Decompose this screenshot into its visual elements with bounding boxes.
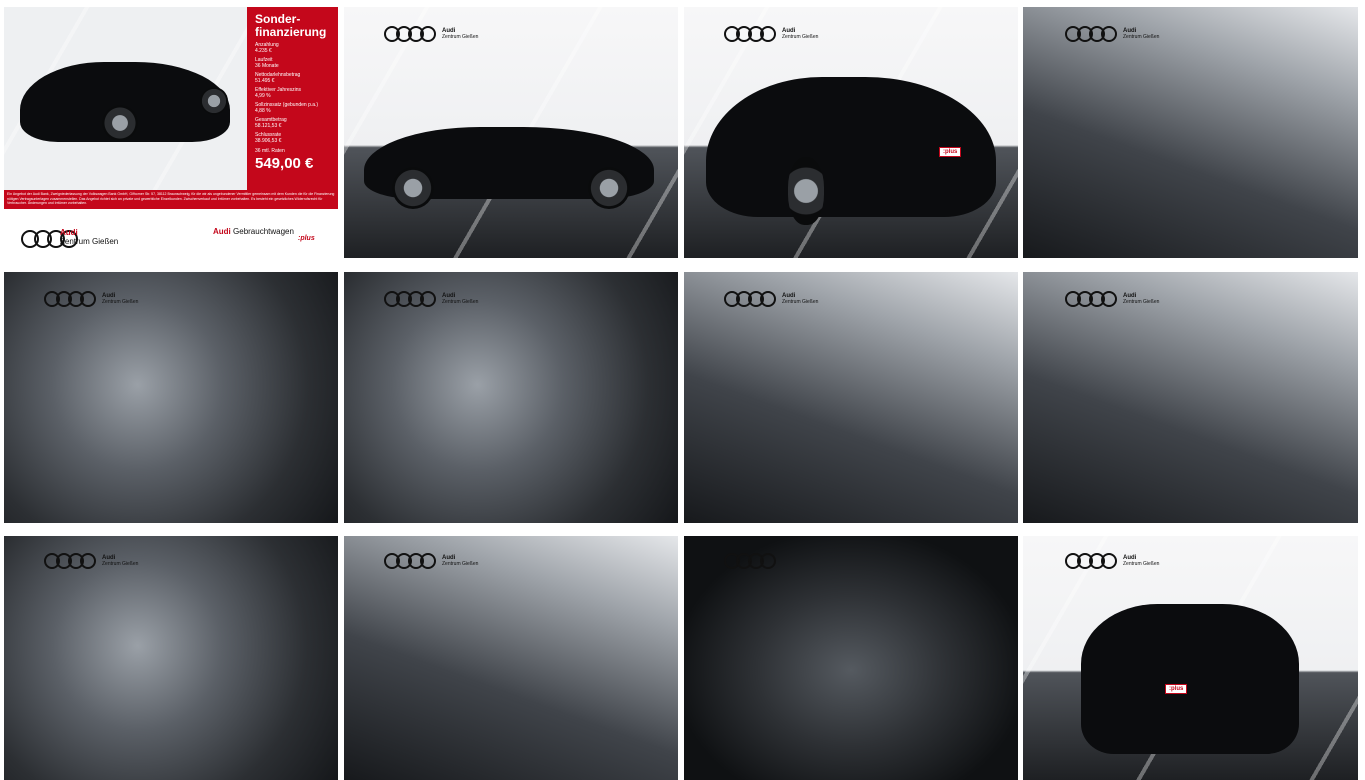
- offer-item: Laufzeit 36 Monate: [255, 57, 279, 69]
- photo-trunk[interactable]: [684, 536, 1018, 780]
- dealer-logo: Audi Zentrum Gießen: [724, 26, 818, 42]
- audi-rings-icon: [1065, 26, 1117, 42]
- dealer-logo: Audi Zentrum Gießen: [384, 291, 478, 307]
- audi-rings-icon: [1065, 291, 1117, 307]
- audi-rings-icon: [724, 291, 776, 307]
- license-plate: :plus: [1165, 684, 1188, 694]
- offer-item: Nettodarlehnsbetrag 51.495 €: [255, 72, 301, 84]
- dealer-logo: Audi Zentrum Gießen: [44, 291, 138, 307]
- dealer-logo: Audi Zentrum Gießen: [1065, 291, 1159, 307]
- dealer-logo: Audi Zentrum Gießen: [384, 553, 478, 569]
- photo-dashboard[interactable]: Audi Zentrum Gießen: [344, 536, 678, 780]
- offer-item: Schlussrate 38.906,53 €: [255, 132, 282, 144]
- photo-rear-seats[interactable]: Audi Zentrum Gießen: [344, 272, 678, 523]
- audi-rings-icon: [44, 553, 96, 569]
- dealer-logo: Audi Zentrum Gießen: [1065, 553, 1159, 569]
- dealer-logo: Audi Zentrum Gießen: [384, 26, 478, 42]
- offer-item: Anzahlung 4.235 €: [255, 42, 279, 54]
- offer-item: Gesamtbetrag 58.121,53 €: [255, 117, 287, 129]
- photo-front-seats[interactable]: Audi Zentrum Gießen: [1023, 7, 1358, 258]
- financing-title: Sonder-finanzierung: [255, 12, 327, 39]
- dealer-logo: Audi Zentrum Gießen: [1065, 26, 1159, 42]
- photo-rear[interactable]: :plus Audi Zentrum Gießen: [1023, 536, 1358, 780]
- audi-rings-icon: [384, 553, 436, 569]
- audi-rings-icon: [724, 553, 776, 569]
- audi-rings-icon: [384, 26, 436, 42]
- photo-side[interactable]: Audi Zentrum Gießen: [344, 7, 678, 258]
- photo-gallery: Sonder-finanzierung Anzahlung 4.235 € Lau…: [4, 7, 1358, 780]
- offer-item: Effektiver Jahreszins 4,99 %: [255, 87, 302, 99]
- audi-rings-icon: [1065, 553, 1117, 569]
- wheel-rear: [788, 157, 824, 225]
- photo-cockpit-left[interactable]: Audi Zentrum Gießen: [684, 272, 1018, 523]
- photo-rear-three-quarter[interactable]: :plus Audi Zentrum Gießen: [684, 7, 1018, 258]
- rate-price: 549,00 €: [255, 155, 314, 172]
- dealer-logo: Audi Zentrum Gießen: [724, 291, 818, 307]
- wheel-rear: [588, 167, 630, 209]
- program-suffix: :plus: [298, 235, 315, 242]
- dealer-logo: Audi Zentrum Gießen: [44, 553, 138, 569]
- financing-panel: Sonder-finanzierung Anzahlung 4.235 € Lau…: [247, 7, 338, 209]
- disclaimer-text: Ein Angebot der Audi Bank, Zweigniederla…: [4, 190, 338, 209]
- dealer-logo-text: Audi Zentrum Gießen: [60, 228, 119, 246]
- audi-rings-icon: [44, 291, 96, 307]
- photo-door-panel[interactable]: Audi Zentrum Gießen: [4, 272, 338, 523]
- photo-cockpit-center[interactable]: Audi Zentrum Gießen: [1023, 272, 1358, 523]
- wheel-front: [392, 167, 434, 209]
- wheel-front: [102, 105, 138, 141]
- car-image: [1081, 604, 1299, 754]
- license-plate: :plus: [939, 147, 962, 157]
- dealer-logo: [724, 553, 776, 569]
- audi-rings-icon: [384, 291, 436, 307]
- photo-front-offer[interactable]: Sonder-finanzierung Anzahlung 4.235 € Lau…: [4, 7, 338, 258]
- program-label: Audi Gebrauchtwagen: [213, 227, 294, 236]
- audi-rings-icon: [724, 26, 776, 42]
- photo-center-console[interactable]: Audi Zentrum Gießen: [4, 536, 338, 780]
- wheel-rear: [200, 87, 228, 115]
- offer-item: Sollzinssatz (gebunden p.a.) 4,88 %: [255, 102, 319, 114]
- rate-label: 36 mtl. Raten: [255, 148, 285, 154]
